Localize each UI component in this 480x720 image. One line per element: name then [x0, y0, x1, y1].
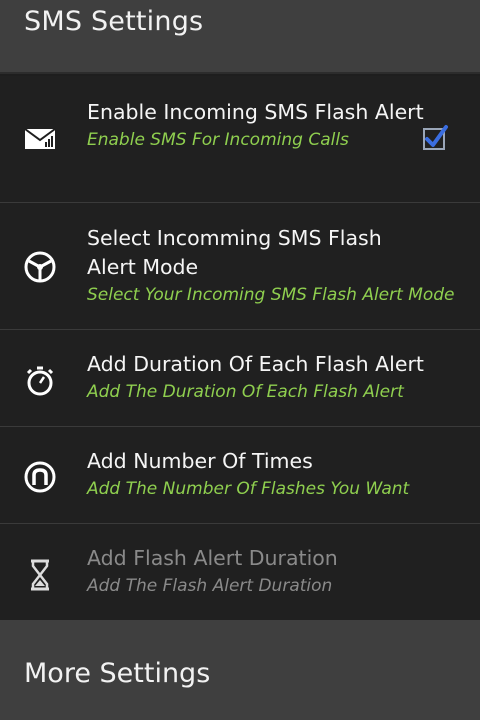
section-title: SMS Settings	[24, 6, 204, 37]
setting-flash-duration[interactable]: Add Duration Of Each Flash Alert Add The…	[0, 330, 480, 427]
steering-wheel-icon	[22, 249, 58, 285]
mail-icon	[22, 121, 58, 157]
setting-sublabel: Select Your Incoming SMS Flash Alert Mod…	[87, 285, 455, 305]
settings-list: Enable Incoming SMS Flash Alert Enable S…	[0, 76, 480, 620]
setting-enable-sms-flash-alert[interactable]: Enable Incoming SMS Flash Alert Enable S…	[0, 76, 480, 203]
more-settings-header: More Settings	[0, 620, 480, 720]
setting-number-of-times[interactable]: Add Number Of Times Add The Number Of Fl…	[0, 427, 480, 524]
enable-checkbox[interactable]	[421, 124, 449, 152]
setting-sublabel: Add The Flash Alert Duration	[87, 576, 333, 596]
setting-label: Select Incomming SMS Flash Alert Mode	[87, 226, 382, 279]
setting-label: Add Number Of Times	[87, 449, 313, 473]
setting-sublabel: Add The Number Of Flashes You Want	[87, 479, 410, 499]
setting-sublabel: Add The Duration Of Each Flash Alert	[87, 382, 404, 402]
section-title: More Settings	[24, 658, 211, 689]
setting-flash-alert-duration: Add Flash Alert Duration Add The Flash A…	[0, 524, 480, 620]
setting-label: Add Flash Alert Duration	[87, 546, 338, 570]
setting-sublabel: Enable SMS For Incoming Calls	[87, 130, 349, 150]
sms-settings-header: SMS Settings	[0, 0, 480, 74]
hourglass-icon	[22, 557, 58, 593]
setting-select-flash-mode[interactable]: Select Incomming SMS Flash Alert Mode Se…	[0, 203, 480, 330]
circled-n-icon	[22, 459, 58, 495]
setting-label: Add Duration Of Each Flash Alert	[87, 352, 424, 376]
setting-label: Enable Incoming SMS Flash Alert	[87, 100, 424, 124]
stopwatch-icon	[22, 363, 58, 399]
